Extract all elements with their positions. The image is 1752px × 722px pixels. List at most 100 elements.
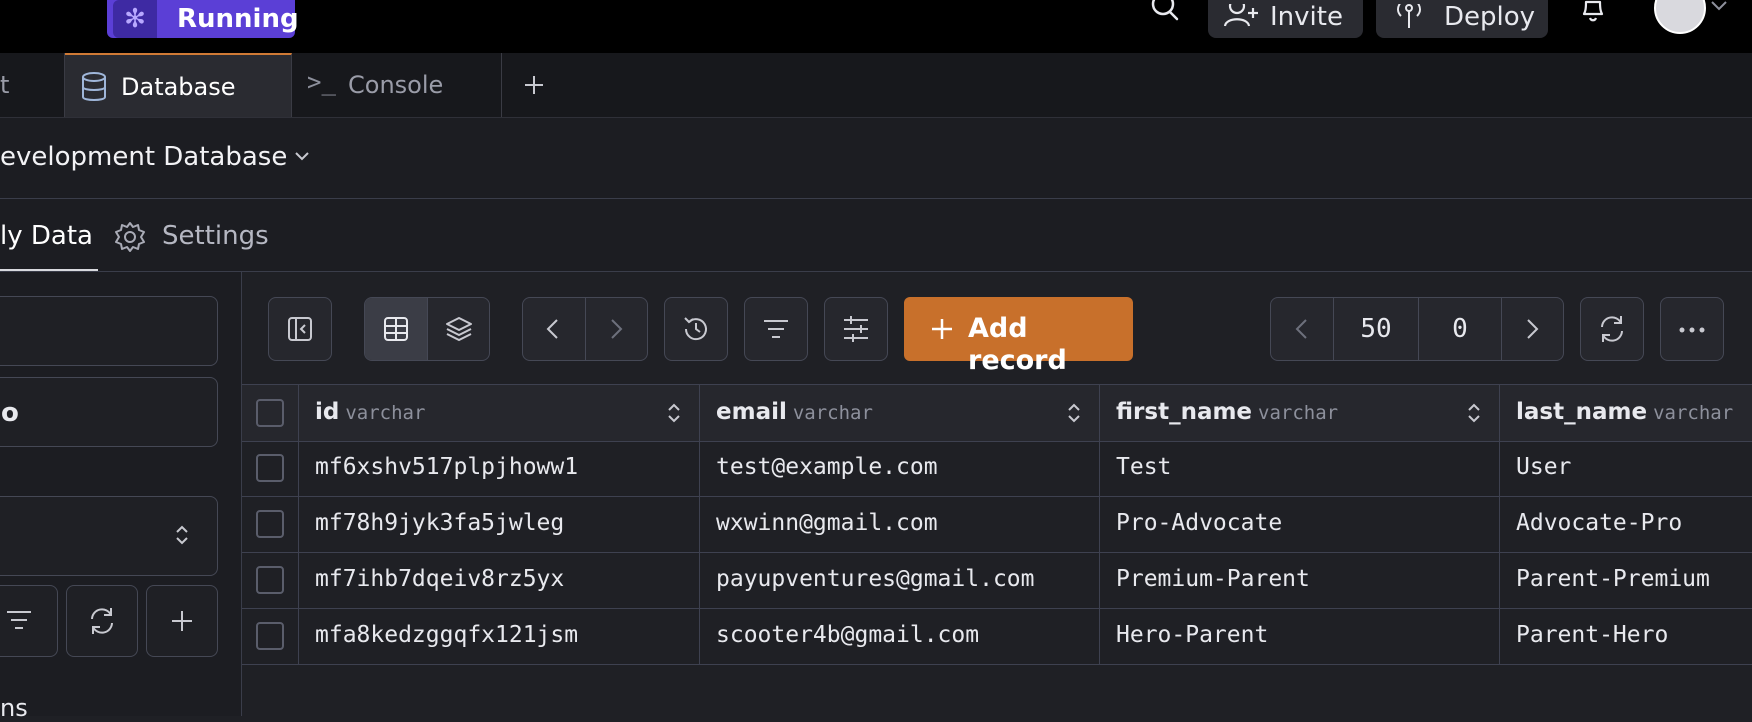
prev-page-button[interactable] — [1271, 298, 1334, 360]
page-limit-value: 50 — [1360, 314, 1392, 344]
running-label: Running — [177, 4, 299, 34]
sort-updown-icon[interactable] — [667, 401, 681, 425]
terminal-icon: >_ — [307, 68, 336, 96]
table-cell-first-name[interactable]: Pro-Advocate — [1100, 497, 1500, 552]
table-cell-id[interactable]: mfa8kedzggqfx121jsm — [299, 609, 700, 664]
table-cell-last-name[interactable]: Advocate-Pro — [1500, 497, 1752, 552]
table-cell-email[interactable]: test@example.com — [700, 441, 1100, 496]
table-cell-first-name[interactable]: Test — [1100, 441, 1500, 496]
tab-console[interactable]: >_ Console — [293, 53, 502, 117]
gear-icon — [115, 222, 145, 252]
row-checkbox[interactable] — [256, 566, 284, 594]
sidebar-table-select[interactable] — [0, 496, 218, 576]
refresh-button[interactable] — [1580, 297, 1644, 361]
view-toggle-group — [364, 297, 490, 361]
back-button[interactable] — [523, 298, 586, 360]
cell-value: test@example.com — [716, 454, 938, 480]
cell-value: Premium-Parent — [1116, 566, 1310, 592]
sidebar-schema-select[interactable]: o — [0, 377, 218, 447]
tab-previous-label: t — [0, 71, 10, 99]
chevron-down-icon[interactable] — [294, 151, 310, 163]
sidebar-refresh-button[interactable] — [66, 585, 138, 657]
filter-button[interactable] — [744, 297, 808, 361]
sort-updown-icon[interactable] — [1067, 401, 1081, 425]
table-row[interactable]: mf78h9jyk3fa5jwleg wxwinn@gmail.com Pro-… — [242, 497, 1752, 553]
pagination-group: 50 0 — [1270, 297, 1564, 361]
column-type: varchar — [1653, 402, 1734, 424]
tab-settings[interactable]: Settings — [114, 199, 274, 271]
table-row[interactable]: mf7ihb7dqeiv8rz5yx payupventures@gmail.c… — [242, 553, 1752, 609]
chevron-down-icon[interactable] — [1710, 0, 1728, 14]
page-limit-input[interactable]: 50 — [1334, 298, 1419, 360]
database-header: evelopment Database — [0, 118, 1752, 199]
table-cell-last-name[interactable]: User — [1500, 441, 1752, 496]
table-cell-last-name[interactable]: Parent-Hero — [1500, 609, 1752, 664]
sort-updown-icon[interactable] — [1467, 401, 1481, 425]
column-name: last_name — [1516, 399, 1648, 425]
bell-icon[interactable] — [1578, 0, 1608, 24]
chevron-right-icon — [1527, 319, 1539, 339]
tab-previous[interactable]: t — [0, 53, 65, 117]
cell-value: mf6xshv517plpjhoww1 — [315, 454, 579, 480]
tab-console-label: Console — [348, 71, 444, 99]
cell-value: Advocate-Pro — [1516, 510, 1683, 536]
row-checkbox[interactable] — [256, 454, 284, 482]
database-subtabs: ly Data Settings — [0, 199, 1752, 272]
table-cell-email[interactable]: scooter4b@gmail.com — [700, 609, 1100, 664]
table-cell-email[interactable]: payupventures@gmail.com — [700, 553, 1100, 608]
chevron-right-icon — [611, 319, 623, 339]
search-icon[interactable] — [1150, 0, 1180, 24]
sidebar-filter-button[interactable] — [0, 585, 58, 657]
forward-button[interactable] — [586, 298, 647, 360]
user-avatar[interactable] — [1654, 0, 1706, 34]
column-header-email[interactable]: email varchar — [700, 385, 1100, 441]
page-offset-input[interactable]: 0 — [1419, 298, 1502, 360]
column-type: varchar — [792, 402, 873, 424]
plus-icon — [172, 611, 192, 631]
column-header-first-name[interactable]: first_name varchar — [1100, 385, 1500, 441]
table-view-button[interactable] — [365, 298, 428, 360]
chevron-left-icon — [1295, 319, 1307, 339]
table-cell-email[interactable]: wxwinn@gmail.com — [700, 497, 1100, 552]
table-cell-last-name[interactable]: Parent-Premium — [1500, 553, 1752, 608]
running-status-button[interactable]: ✻ Running — [107, 0, 299, 38]
deploy-button[interactable]: Deploy — [1376, 0, 1548, 38]
sort-updown-icon — [176, 525, 188, 545]
row-select-cell — [242, 609, 299, 664]
sidebar-add-table-button[interactable] — [146, 585, 218, 657]
add-record-button[interactable]: Add record — [904, 297, 1133, 376]
table-row[interactable]: mf6xshv517plpjhoww1 test@example.com Tes… — [242, 441, 1752, 497]
table-cell-first-name[interactable]: Hero-Parent — [1100, 609, 1500, 664]
add-record-label: Add record — [968, 313, 1067, 376]
table-cell-id[interactable]: mf7ihb7dqeiv8rz5yx — [299, 553, 700, 608]
sidebar-select-text: o — [1, 398, 19, 428]
column-header-last-name[interactable]: last_name varchar — [1500, 385, 1752, 441]
columns-settings-button[interactable] — [824, 297, 888, 361]
layers-icon — [446, 317, 472, 342]
row-select-cell — [242, 441, 299, 496]
history-clock-icon — [684, 317, 707, 341]
app-logo-icon: ✻ — [113, 0, 157, 38]
cell-value: Hero-Parent — [1116, 622, 1269, 648]
database-title[interactable]: evelopment Database — [0, 141, 287, 173]
column-type: varchar — [345, 402, 426, 424]
next-page-button[interactable] — [1502, 298, 1563, 360]
sidebar-search-input[interactable] — [0, 296, 218, 366]
history-button[interactable] — [664, 297, 728, 361]
table-cell-id[interactable]: mf6xshv517plpjhoww1 — [299, 441, 700, 496]
table-cell-first-name[interactable]: Premium-Parent — [1100, 553, 1500, 608]
add-tab-icon[interactable] — [522, 73, 546, 97]
table-cell-id[interactable]: mf78h9jyk3fa5jwleg — [299, 497, 700, 552]
invite-button[interactable]: Invite — [1208, 0, 1363, 38]
more-options-button[interactable] — [1660, 297, 1724, 361]
select-all-checkbox[interactable] — [256, 399, 284, 427]
toggle-sidebar-button[interactable] — [268, 297, 332, 361]
column-header-id[interactable]: id varchar — [299, 385, 700, 441]
layers-view-button[interactable] — [428, 298, 489, 360]
row-checkbox[interactable] — [256, 510, 284, 538]
tables-sidebar: o ns — [0, 272, 242, 722]
table-row[interactable]: mfa8kedzggqfx121jsm scooter4b@gmail.com … — [242, 609, 1752, 665]
row-checkbox[interactable] — [256, 622, 284, 650]
tab-data[interactable]: ly Data — [0, 199, 98, 271]
tab-database[interactable]: Database — [65, 53, 292, 117]
